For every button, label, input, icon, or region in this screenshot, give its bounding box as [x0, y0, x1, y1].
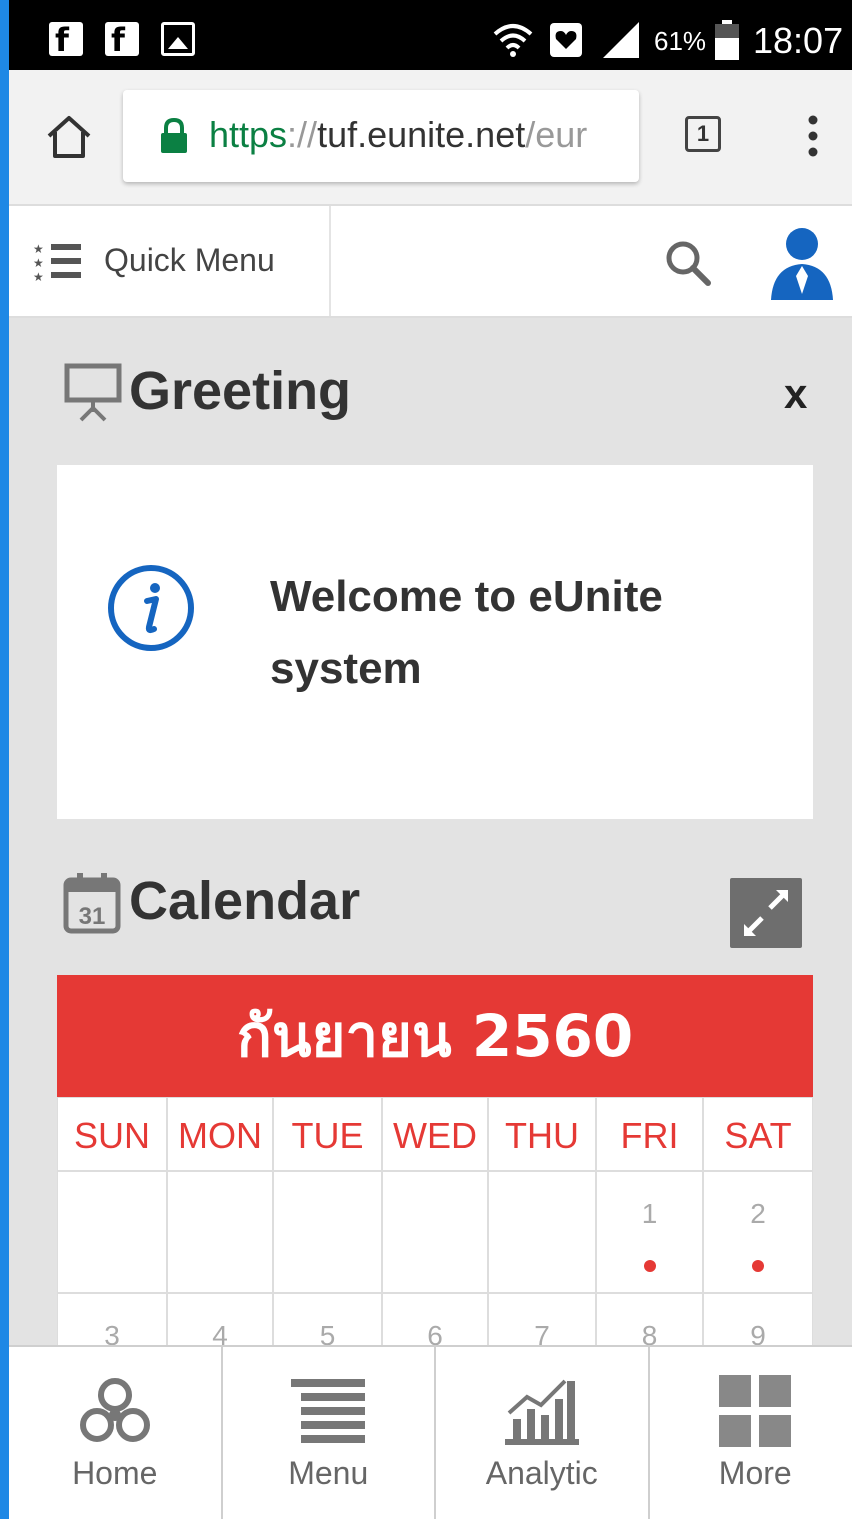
url-path: /eur [525, 114, 588, 155]
nav-menu[interactable]: Menu [223, 1347, 436, 1519]
app-frame: f f 61% 18:07 https://tuf.eunite.net/eur… [0, 0, 852, 1519]
status-bar: f f 61% 18:07 [9, 0, 852, 70]
calendar-day-cell[interactable]: 6 [382, 1293, 488, 1348]
event-dot [643, 1260, 656, 1272]
calendar-day-number: 6 [427, 1320, 443, 1348]
calendar-title: Calendar [129, 871, 361, 931]
nav-more-label: More [718, 1455, 792, 1491]
calendar-day-number: 7 [534, 1320, 550, 1348]
signal-icon [603, 22, 639, 58]
nav-analytic[interactable]: Analytic [436, 1347, 650, 1519]
weekday-header: THU [488, 1097, 596, 1171]
greeting-message: Welcome to eUnite system [270, 572, 663, 693]
nav-home[interactable]: Home [9, 1347, 223, 1519]
calendar-day-cell[interactable]: 9 [703, 1293, 813, 1348]
battery-percent: 61% [654, 26, 707, 56]
url-host: tuf.eunite.net [317, 114, 526, 155]
nav-menu-label: Menu [288, 1455, 369, 1491]
lock-icon [161, 118, 187, 153]
grid-icon [719, 1375, 792, 1447]
home-icon[interactable] [45, 114, 93, 160]
svg-text:31: 31 [79, 903, 106, 930]
header-divider [329, 206, 331, 316]
battery-icon [715, 20, 739, 60]
nav-more[interactable]: More [650, 1347, 852, 1519]
calendar-day-number: 5 [319, 1320, 336, 1348]
weekday-header: SAT [703, 1097, 813, 1171]
event-dot [752, 1260, 764, 1272]
svg-text:★: ★ [33, 242, 44, 256]
url-text: https://tuf.eunite.net/eur [209, 114, 587, 156]
presentation-board-icon [64, 363, 122, 422]
user-avatar-icon[interactable] [769, 224, 835, 300]
calendar-icon: 31 [63, 873, 121, 934]
calendar-day-cell[interactable]: 4 [167, 1293, 273, 1348]
calendar-day-cell [382, 1171, 488, 1293]
expand-calendar-button[interactable] [730, 878, 802, 948]
url-scheme: https [209, 114, 288, 155]
calendar-widget: กันยายน 2560 SUN MON TUE WED THU FRI SAT 1 2 3 4 5 6… [57, 975, 813, 1348]
calendar-day-cell [273, 1171, 382, 1293]
calendar-day-cell [167, 1171, 273, 1293]
greeting-title: Greeting [129, 361, 352, 421]
menu-lines-icon [291, 1379, 366, 1443]
calendar-day-cell [488, 1171, 596, 1293]
calendar-day-number: 4 [212, 1320, 228, 1348]
calendar-day-cell[interactable]: 1 [596, 1171, 703, 1293]
nav-analytic-label: Analytic [485, 1455, 598, 1491]
weekday-header: MON [167, 1097, 273, 1171]
calendar-day-cell [57, 1171, 167, 1293]
facebook-icon: f [105, 21, 139, 59]
wifi-icon [493, 24, 533, 57]
calendar-day-number: 9 [750, 1320, 766, 1348]
svg-text:★: ★ [33, 256, 44, 270]
clock: 18:07 [753, 20, 844, 61]
calendar-day-cell[interactable]: 5 [273, 1293, 382, 1348]
bar-chart-icon [504, 1379, 579, 1445]
dashboard-content: Greeting x Welcome to eUnite system 31 C… [9, 318, 852, 1348]
facebook-icon: f [49, 21, 83, 59]
tab-switcher-button[interactable]: 1 [685, 116, 721, 152]
greeting-card: Welcome to eUnite system [57, 465, 813, 819]
calendar-day-cell[interactable]: 8 [596, 1293, 703, 1348]
calendar-day-number: 1 [641, 1198, 658, 1229]
calendar-day-number: 3 [104, 1320, 120, 1348]
search-icon[interactable] [665, 240, 711, 286]
weekday-header: WED [382, 1097, 488, 1171]
site-header: ★ ★ ★ Quick Menu [9, 206, 852, 318]
calendar-month-header: กันยายน 2560 [57, 975, 813, 1097]
svg-text:★: ★ [33, 270, 44, 282]
info-icon [108, 565, 194, 651]
overflow-menu-icon[interactable] [805, 114, 821, 158]
calendar-grid: SUN MON TUE WED THU FRI SAT 1 2 3 4 5 6 7 8 9 [57, 1097, 813, 1348]
browser-toolbar: https://tuf.eunite.net/eur 1 [9, 70, 852, 206]
url-separator: :// [287, 114, 318, 155]
url-bar[interactable]: https://tuf.eunite.net/eur [123, 90, 639, 182]
calendar-day-cell[interactable]: 3 [57, 1293, 167, 1348]
weekday-header: FRI [596, 1097, 703, 1171]
greeting-close-button[interactable]: x [784, 370, 807, 418]
quick-menu-button[interactable]: ★ ★ ★ Quick Menu [9, 206, 329, 316]
starred-list-icon: ★ ★ ★ [33, 242, 81, 282]
expand-arrows-icon [744, 890, 788, 936]
image-icon [161, 22, 195, 56]
nav-home-label: Home [72, 1455, 158, 1491]
calendar-day-number: 8 [641, 1320, 658, 1348]
calendar-day-number: 2 [750, 1198, 766, 1229]
heart-bookmark-icon [550, 23, 582, 57]
triskelion-icon [79, 1378, 150, 1442]
weekday-header: TUE [273, 1097, 382, 1171]
calendar-day-cell[interactable]: 2 [703, 1171, 813, 1293]
calendar-day-cell[interactable]: 7 [488, 1293, 596, 1348]
quick-menu-label: Quick Menu [104, 242, 275, 278]
weekday-header: SUN [57, 1097, 167, 1171]
bottom-nav: Home Menu Analytic More [9, 1345, 852, 1519]
